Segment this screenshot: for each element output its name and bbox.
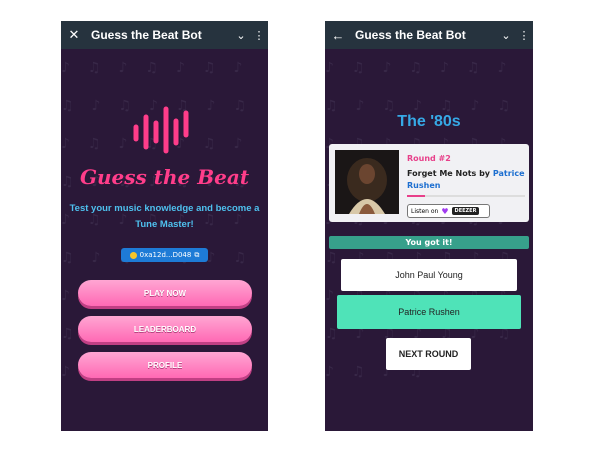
answer-option[interactable]: John Paul Young <box>341 259 517 291</box>
close-icon[interactable]: ✕ <box>61 27 87 43</box>
round-screen: ♪♫♪♫♪♫♪♫♪♫♪♫♪♫♪♫♪♫♪♫♪♫♪♫♪♫♪♫♪♫♪♫♪♫♪♫♪♫♪♫… <box>325 21 533 431</box>
listen-on-deezer-button[interactable]: Listen on ♥ DEEZER <box>407 204 490 218</box>
next-round-button[interactable]: NEXT ROUND <box>386 338 471 370</box>
answer-option-correct[interactable]: Patrice Rushen <box>337 295 521 329</box>
era-title: The '80s <box>397 113 461 130</box>
game-title: Guess the Beat <box>79 165 250 189</box>
chevron-down-icon[interactable]: ⌄ <box>232 29 250 42</box>
listen-label: Listen on <box>411 207 439 215</box>
song-title: Forget Me Nots by <box>407 169 491 178</box>
album-cover-art <box>335 150 399 214</box>
album-cover-image <box>335 150 399 214</box>
more-vertical-icon[interactable]: ⋮ <box>515 29 533 42</box>
app-title: Guess the Beat Bot <box>355 28 466 42</box>
leaderboard-button[interactable]: LEADERBOARD <box>78 316 252 342</box>
more-vertical-icon[interactable]: ⋮ <box>250 29 268 42</box>
heart-icon: ♥ <box>441 206 449 216</box>
round-label: Round #2 <box>407 154 451 163</box>
wallet-address: 0xa12d...D048 <box>139 251 192 259</box>
song-info: Forget Me Nots by Patrice Rushen <box>407 168 525 192</box>
app-topbar: ← Guess the Beat Bot ⌄ ⋮ <box>325 21 533 49</box>
copy-icon[interactable]: ⧉ <box>194 251 199 260</box>
app-topbar: ✕ Guess the Beat Bot ⌄ ⋮ <box>61 21 268 49</box>
profile-button[interactable]: PROFILE <box>78 352 252 378</box>
playback-progress-fill <box>407 195 425 197</box>
equalizer-logo-icon <box>133 106 189 154</box>
wallet-address-chip[interactable]: 0xa12d...D048 ⧉ <box>121 248 208 262</box>
tagline: Test your music knowledge and become a T… <box>69 203 260 230</box>
back-arrow-icon[interactable]: ← <box>325 28 351 43</box>
home-screen: ♪♫♪♫♪♫♪♫♪♫♪♫♪♫♪♫♪♫♪♫♪♫♪♫♪♫♪♫♪♫♪♫♪♫♪♫♪♫♪♫… <box>61 21 268 431</box>
app-title: Guess the Beat Bot <box>91 28 202 42</box>
chevron-down-icon[interactable]: ⌄ <box>497 29 515 42</box>
playback-progress-bar <box>407 195 525 197</box>
track-card: Round #2 Forget Me Nots by Patrice Rushe… <box>329 144 529 222</box>
play-now-button[interactable]: PLAY NOW <box>78 280 252 306</box>
coin-icon <box>129 251 137 259</box>
deezer-logo: DEEZER <box>451 207 480 215</box>
result-banner: You got it! <box>329 236 529 249</box>
